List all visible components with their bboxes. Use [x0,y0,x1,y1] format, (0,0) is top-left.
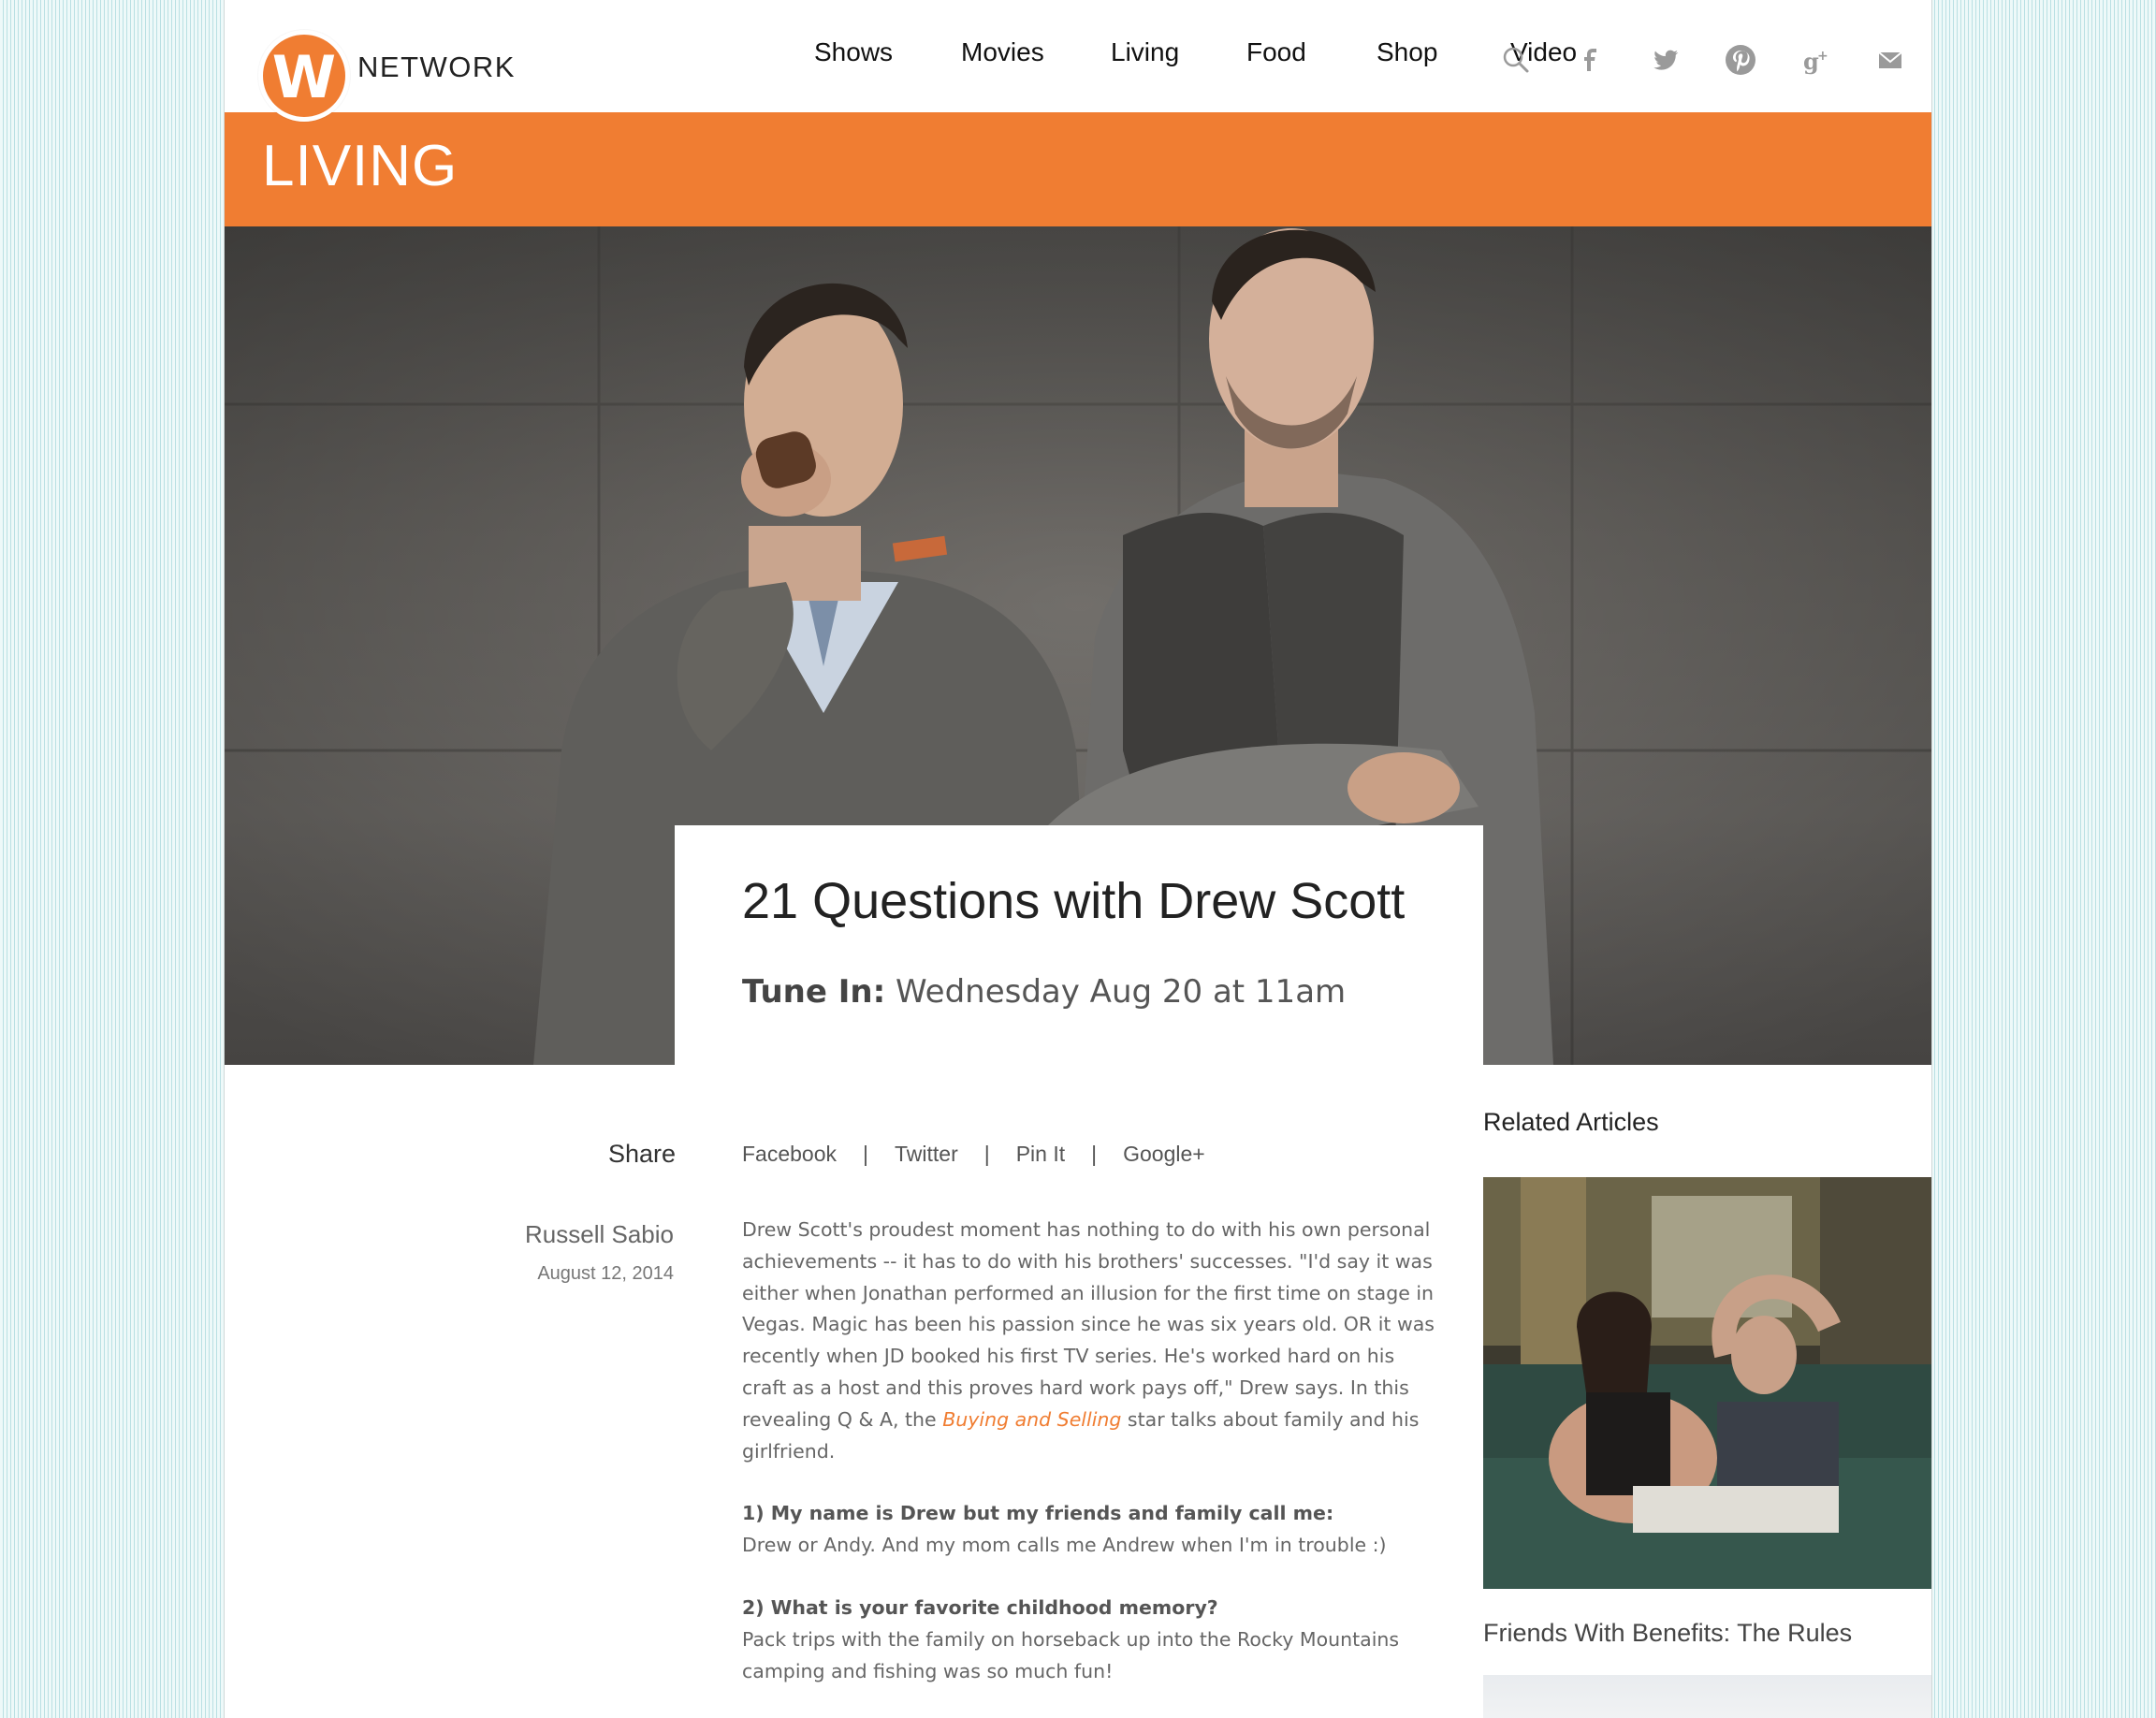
qa-item: 2) What is your favorite childhood memor… [742,1593,1435,1687]
article-intro: Drew Scott's proudest moment has nothing… [742,1215,1435,1467]
google-plus-icon[interactable]: g + [1797,41,1834,79]
answer: Pack trips with the family on horseback … [742,1627,1400,1682]
page: W NETWORK Shows Movies Living Food Shop … [224,0,1932,1718]
share-googleplus-link[interactable]: Google+ [1123,1142,1205,1166]
search-icon[interactable] [1497,41,1535,79]
question: 2) What is your favorite childhood memor… [742,1595,1218,1619]
nav-item-movies[interactable]: Movies [961,37,1044,67]
nav-item-shop[interactable]: Shop [1377,37,1437,67]
w-network-logo[interactable]: W NETWORK [258,30,539,129]
logo-circle: W [258,30,350,122]
facebook-icon[interactable] [1572,41,1610,79]
nav-item-living[interactable]: Living [1111,37,1179,67]
tune-in: Tune In: Wednesday Aug 20 at 11am [742,973,1346,1011]
show-link[interactable]: Buying and Selling [942,1408,1121,1431]
logo-letter: W [271,43,337,111]
svg-text:+: + [1817,49,1828,64]
divider: | [863,1142,868,1166]
article-body: Drew Scott's proudest moment has nothing… [742,1215,1435,1718]
share-facebook-link[interactable]: Facebook [742,1142,837,1166]
tune-in-label: Tune In: [742,973,886,1011]
related-article-thumbnail[interactable] [1483,1177,1931,1589]
section-title: LIVING [262,134,459,198]
twitter-icon[interactable] [1647,41,1684,79]
intro-text-before: Drew Scott's proudest moment has nothing… [742,1218,1435,1431]
share-label: Share [608,1140,677,1168]
email-icon[interactable] [1872,41,1909,79]
share-pinit-link[interactable]: Pin It [1016,1142,1065,1166]
related-article-thumbnail-2[interactable] [1483,1675,1931,1718]
related-articles-heading: Related Articles [1483,1108,1659,1136]
nav-item-food[interactable]: Food [1246,37,1306,67]
pinterest-icon[interactable] [1722,41,1759,79]
section-bar: LIVING [225,112,1931,226]
answer: Drew or Andy. And my mom calls me Andrew… [742,1534,1387,1557]
publish-date: August 12, 2014 [537,1263,674,1284]
divider: | [983,1142,990,1166]
author-name[interactable]: Russell Sabio [459,1220,674,1249]
top-header: W NETWORK Shows Movies Living Food Shop … [225,0,1931,122]
divider: | [1091,1142,1098,1166]
nav-item-shows[interactable]: Shows [814,37,893,67]
question: 1) My name is Drew but my friends and fa… [742,1502,1334,1525]
article-title-card: 21 Questions with Drew Scott Tune In: We… [675,825,1483,1065]
article-title: 21 Questions with Drew Scott [742,873,1406,929]
tune-in-value: Wednesday Aug 20 at 11am [896,973,1347,1011]
logo-text: NETWORK [357,51,516,83]
qa-item: 1) My name is Drew but my friends and fa… [742,1498,1435,1562]
related-article-title[interactable]: Friends With Benefits: The Rules [1483,1619,1852,1648]
share-twitter-link[interactable]: Twitter [895,1142,958,1166]
share-links: Facebook | Twitter | Pin It | Google+ [742,1142,1205,1167]
